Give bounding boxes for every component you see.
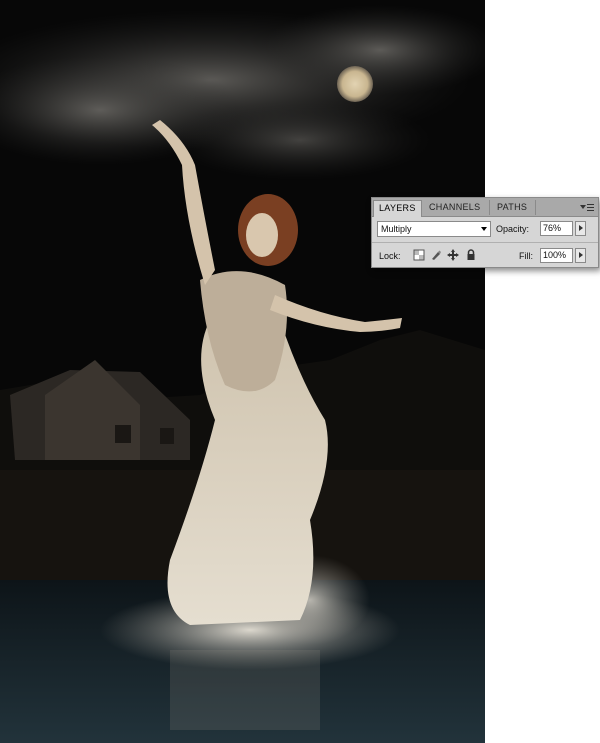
panel-divider [372, 242, 598, 243]
opacity-label: Opacity: [496, 224, 530, 234]
blend-mode-value: Multiply [381, 224, 412, 234]
lock-image-pixels-icon[interactable] [430, 249, 442, 261]
panel-tab-strip: LAYERS CHANNELS PATHS [372, 198, 598, 217]
tab-layers[interactable]: LAYERS [373, 200, 422, 217]
lock-label: Lock: [379, 251, 401, 261]
blend-mode-select[interactable]: Multiply [377, 221, 491, 237]
artwork-canvas [0, 0, 485, 743]
panel-menu-lines-icon [587, 203, 594, 211]
lock-position-icon[interactable] [447, 249, 459, 261]
tab-channels[interactable]: CHANNELS [424, 200, 490, 215]
chevron-down-icon [481, 227, 487, 231]
opacity-slider-button[interactable] [575, 221, 586, 236]
lock-transparent-pixels-icon[interactable] [413, 249, 425, 261]
opacity-input[interactable]: 76% [540, 221, 573, 236]
tab-paths[interactable]: PATHS [492, 200, 536, 215]
fill-slider-button[interactable] [575, 248, 586, 263]
layers-panel: LAYERS CHANNELS PATHS Multiply Opacity: … [371, 197, 599, 268]
fill-input[interactable]: 100% [540, 248, 573, 263]
panel-menu-icon[interactable] [579, 202, 595, 212]
artwork-image [0, 0, 485, 743]
lock-all-icon[interactable] [465, 249, 477, 261]
fill-label: Fill: [519, 251, 533, 261]
panel-menu-arrow-icon [580, 205, 586, 209]
